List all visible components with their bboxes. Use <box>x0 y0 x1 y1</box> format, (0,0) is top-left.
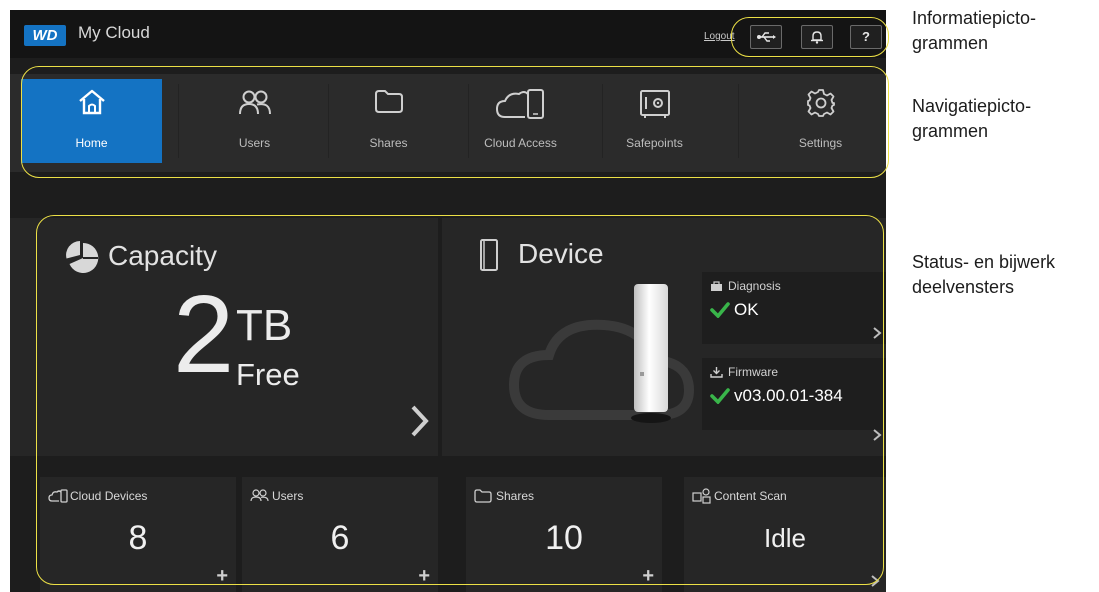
nav-icons-callout <box>21 66 889 178</box>
status-panels-callout <box>36 215 884 585</box>
status-panels-annotation: Status- en bijwerk deelvensters <box>912 252 1056 297</box>
info-icons-callout <box>731 17 889 57</box>
info-icons-annotation: Informatiepicto-grammen <box>912 8 1037 53</box>
app-title: My Cloud <box>78 23 150 42</box>
wd-logo: WD <box>24 25 66 46</box>
logout-link[interactable]: Logout <box>704 31 735 42</box>
nav-icons-annotation: Navigatiepicto-grammen <box>912 96 1032 141</box>
